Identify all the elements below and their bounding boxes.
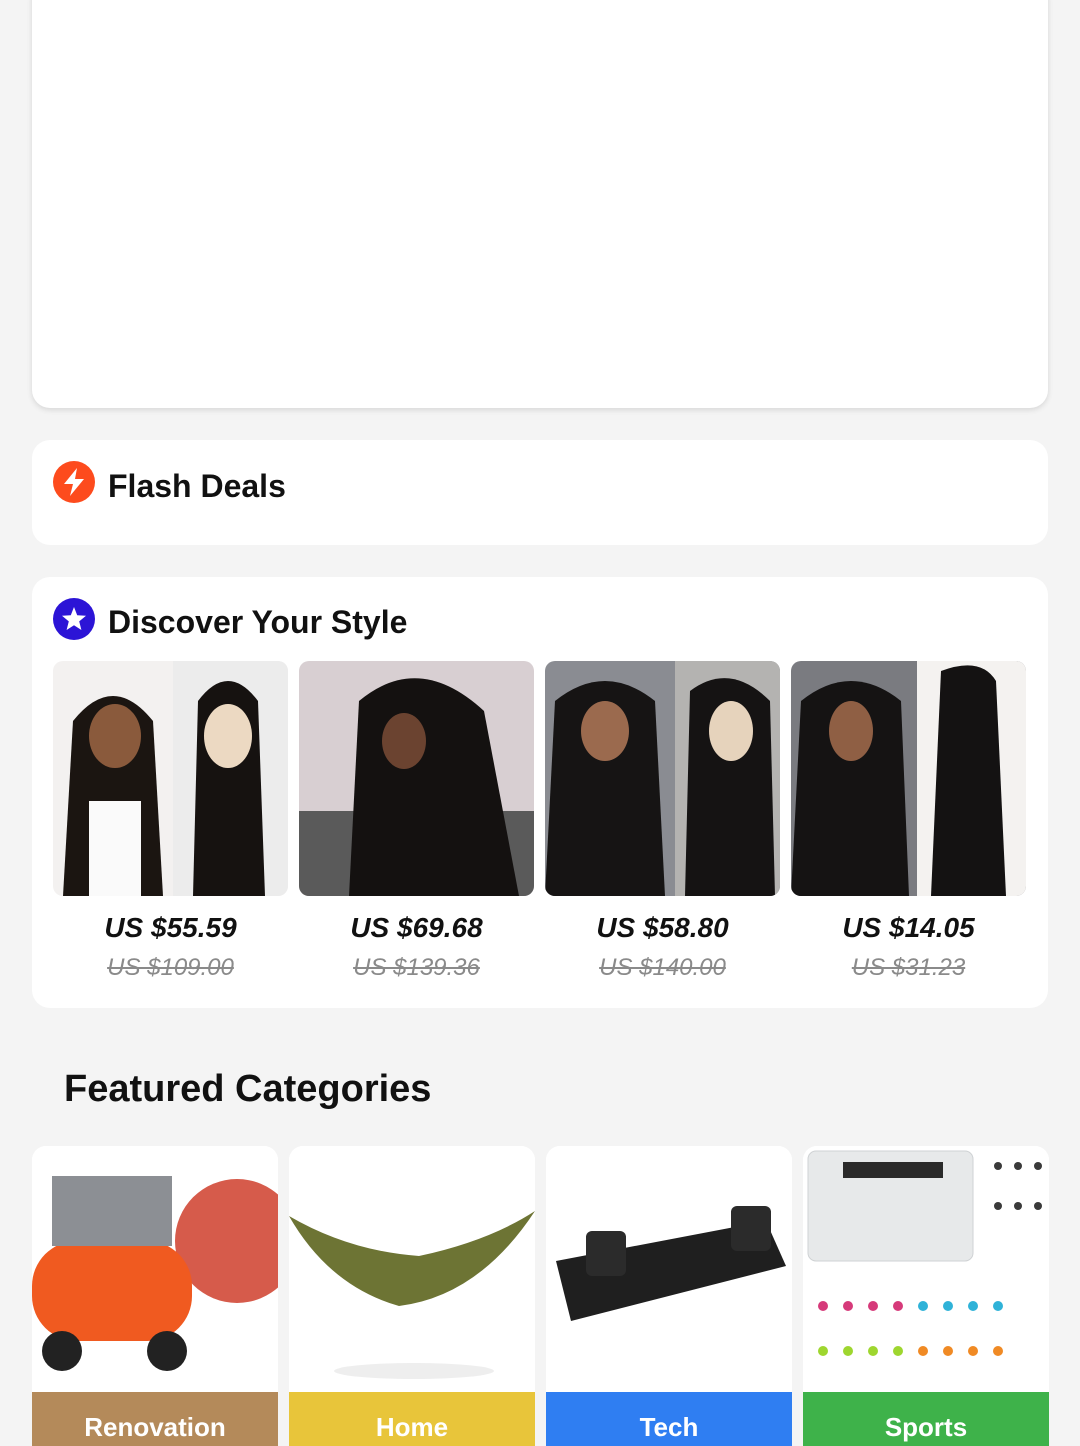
product-card[interactable]: US $14.05 US $31.23 — [791, 661, 1026, 982]
product-old-price: US $139.36 — [353, 954, 480, 981]
product-old-price: US $109.00 — [107, 954, 234, 981]
star-icon — [53, 598, 95, 640]
flash-deals-title: Flash Deals — [108, 468, 286, 504]
product-price: US $14.05 — [842, 912, 975, 943]
product-card[interactable]: US $69.68 US $139.36 — [299, 661, 534, 982]
category-tile-home[interactable]: Home — [289, 1146, 535, 1446]
category-label: Tech — [546, 1392, 792, 1446]
product-card[interactable]: US $58.80 US $140.00 — [545, 661, 780, 982]
product-carousel[interactable]: US $55.59 US $109.00 US $69.68 US $139.3… — [53, 661, 1026, 991]
product-image — [53, 661, 288, 896]
discover-title: Discover Your Style — [108, 604, 408, 640]
category-tile-tech[interactable]: Tech — [546, 1146, 792, 1446]
category-tile-renovation[interactable]: Renovation — [32, 1146, 278, 1446]
product-price: US $55.59 — [104, 912, 237, 943]
product-image — [791, 661, 1026, 896]
category-image — [546, 1146, 792, 1392]
product-old-price: US $31.23 — [851, 954, 966, 981]
product-image — [545, 661, 780, 896]
product-price: US $69.68 — [350, 912, 483, 943]
category-image — [289, 1146, 535, 1392]
product-image — [299, 661, 534, 896]
category-label: Home — [289, 1392, 535, 1446]
category-image — [803, 1146, 1049, 1392]
category-image — [32, 1146, 278, 1392]
product-card[interactable]: US $55.59 US $109.00 — [53, 661, 288, 982]
featured-categories-title: Featured Categories — [64, 1068, 432, 1110]
promo-banner[interactable] — [32, 0, 1048, 408]
lightning-icon — [53, 461, 95, 503]
category-label: Renovation — [32, 1392, 278, 1446]
category-tile-sports[interactable]: Sports — [803, 1146, 1049, 1446]
category-label: Sports — [803, 1392, 1049, 1446]
flash-deals-section[interactable]: Flash Deals — [32, 440, 1048, 545]
product-price: US $58.80 — [596, 912, 729, 943]
product-old-price: US $140.00 — [599, 954, 726, 981]
discover-section: Discover Your Style US $55.59 US $109.00 — [32, 577, 1048, 1008]
